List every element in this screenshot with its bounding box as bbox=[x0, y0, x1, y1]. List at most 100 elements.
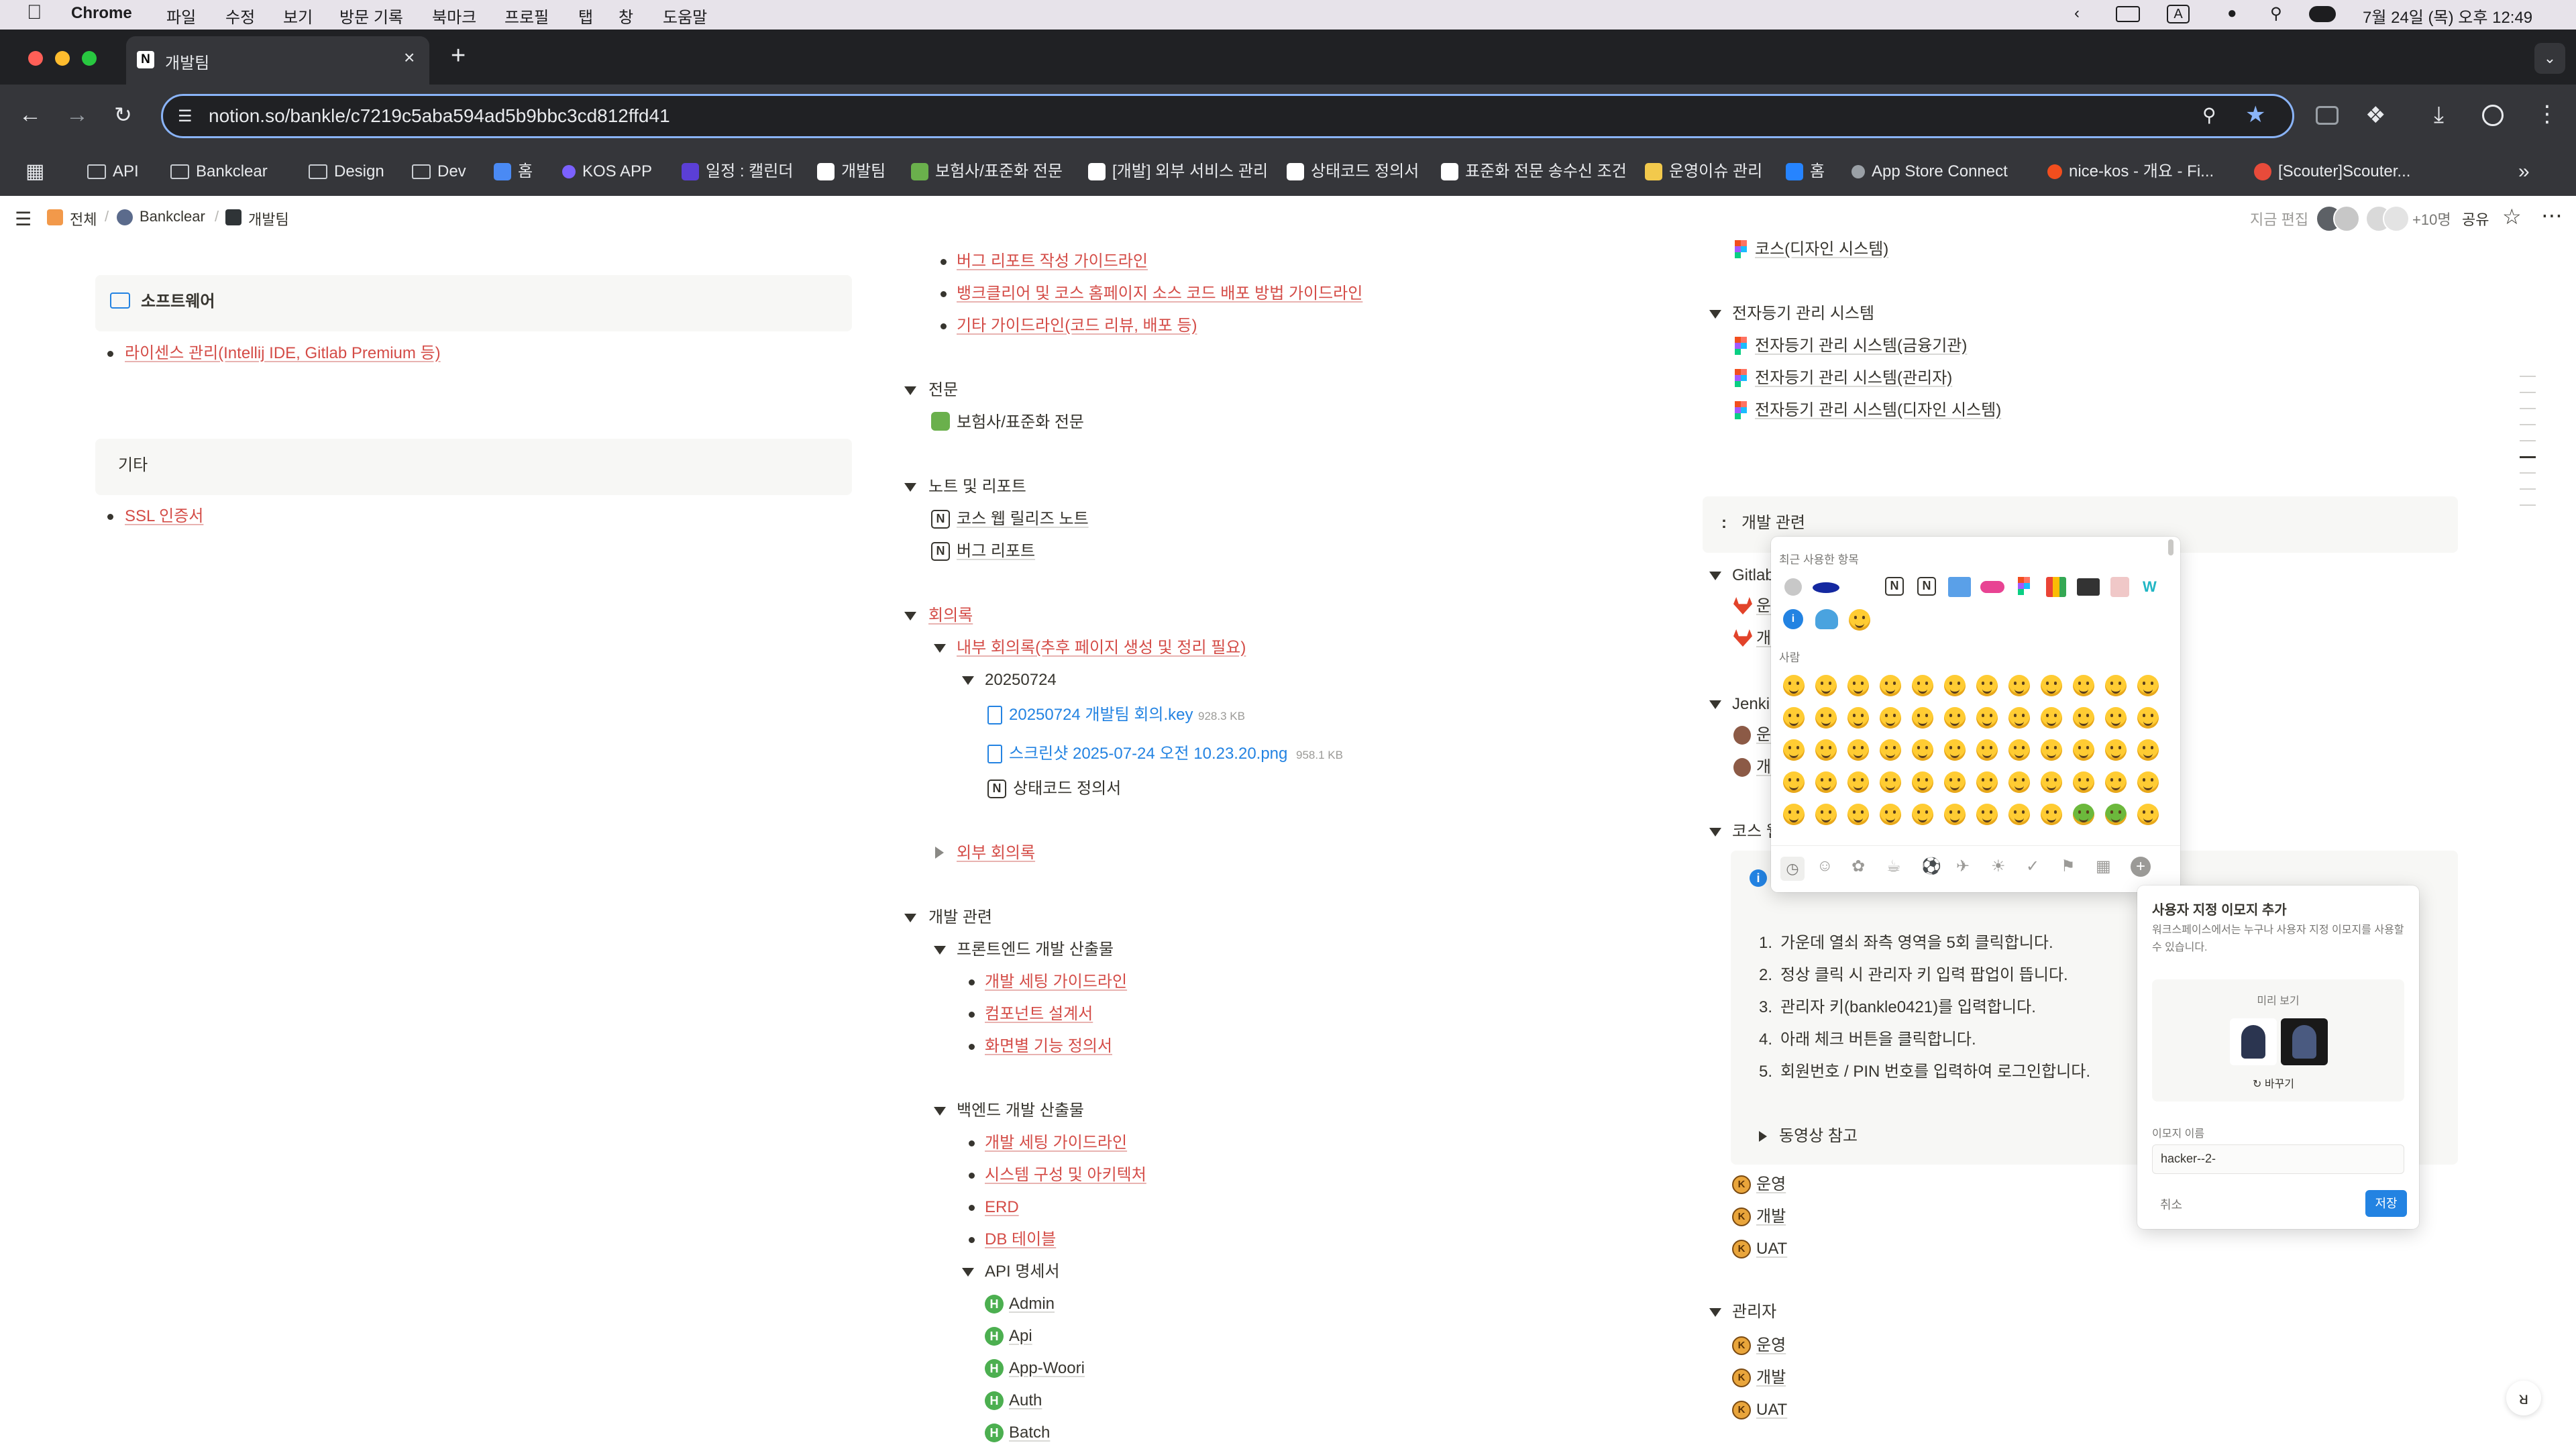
cancel-button[interactable]: 취소 bbox=[2160, 1195, 2182, 1213]
bookmark-status-code[interactable]: 상태코드 정의서 bbox=[1287, 158, 1419, 185]
bookmark-home[interactable]: 홈 bbox=[494, 158, 533, 185]
emoji-face[interactable] bbox=[1976, 771, 1998, 793]
help-icon[interactable]: ᴚ bbox=[2506, 1381, 2541, 1415]
address-bar[interactable]: ☰ notion.so/bankle/c7219c5aba594ad5b9bbc… bbox=[161, 94, 2294, 138]
toc-mark[interactable] bbox=[2520, 424, 2536, 425]
emoji-face[interactable] bbox=[2041, 804, 2062, 825]
emoji-face[interactable] bbox=[1815, 771, 1837, 793]
replace-button[interactable]: ↻ 바꾸기 bbox=[2253, 1075, 2294, 1091]
emoji-face[interactable] bbox=[1976, 707, 1998, 729]
site-info-icon[interactable]: ☰ bbox=[178, 107, 193, 126]
emoji-face[interactable] bbox=[2073, 804, 2094, 825]
emoji-face[interactable] bbox=[1880, 739, 1901, 761]
emoji-face[interactable] bbox=[2137, 804, 2159, 825]
toc-mark[interactable] bbox=[2520, 488, 2536, 490]
search-icon[interactable]: ⚲ bbox=[2270, 4, 2282, 23]
toggle-triangle-icon[interactable] bbox=[904, 386, 916, 395]
emoji-face[interactable] bbox=[1976, 739, 1998, 761]
lg-icon[interactable] bbox=[1980, 581, 2004, 593]
apple-icon[interactable] bbox=[1784, 578, 1802, 596]
file-link-key[interactable]: 20250724 개발팀 회의.key bbox=[1009, 704, 1193, 726]
emoji-face[interactable] bbox=[1880, 707, 1901, 729]
cloud-icon[interactable] bbox=[1815, 609, 1838, 629]
menu-file[interactable]: 파일 bbox=[166, 4, 196, 28]
bookmark-dev-team[interactable]: 개발팀 bbox=[817, 158, 885, 185]
notion-icon[interactable]: N bbox=[1885, 577, 1904, 596]
toc-mark[interactable] bbox=[2520, 440, 2536, 441]
activity-category-icon[interactable]: ⚽ bbox=[1921, 857, 1941, 876]
bookmark-nice-kos[interactable]: nice-kos - 개요 - Fi... bbox=[2047, 158, 2214, 185]
control-center-icon[interactable] bbox=[2309, 6, 2336, 22]
toc-mark[interactable] bbox=[2520, 472, 2536, 474]
emoji-name-value[interactable]: hacker--2- bbox=[2161, 1152, 2216, 1166]
emoji-face[interactable] bbox=[2105, 739, 2127, 761]
emoji-face[interactable] bbox=[1944, 771, 1966, 793]
emoji-face[interactable] bbox=[2073, 739, 2094, 761]
active-tab[interactable]: N 개발팀 × bbox=[126, 36, 429, 85]
page-link-edoc-finance[interactable]: 전자등기 관리 시스템(금융기관) bbox=[1755, 335, 1967, 357]
page-link-gitlab-dev[interactable]: 개 bbox=[1756, 628, 1771, 649]
menu-profile[interactable]: 프로필 bbox=[504, 4, 549, 28]
guide-link-bug-report[interactable]: 버그 리포트 작성 가이드라인 bbox=[957, 251, 1148, 272]
toc-mark-active[interactable] bbox=[2520, 456, 2536, 458]
api-link-api[interactable]: Api bbox=[1009, 1326, 1032, 1347]
emoji-face[interactable] bbox=[1847, 707, 1869, 729]
page-link-jenkins-dev[interactable]: 개 bbox=[1756, 757, 1771, 778]
more-menu-icon[interactable]: ⋮ bbox=[2536, 101, 2559, 127]
minimize-window-button[interactable] bbox=[55, 51, 70, 66]
ssl-link[interactable]: SSL 인증서 bbox=[125, 506, 203, 527]
bookmark-star-icon[interactable]: ★ bbox=[2245, 101, 2265, 128]
grid-app-icon[interactable] bbox=[2046, 577, 2066, 597]
fe-link-setup[interactable]: 개발 세팅 가이드라인 bbox=[985, 971, 1127, 993]
presence-count[interactable]: +10명 bbox=[2412, 208, 2451, 229]
forward-icon[interactable]: → bbox=[66, 102, 89, 128]
api-link-auth[interactable]: Auth bbox=[1009, 1390, 1042, 1411]
bookmark-folder-api[interactable]: API bbox=[87, 158, 139, 185]
toc-mark[interactable] bbox=[2520, 392, 2536, 393]
sidebar-menu-icon[interactable]: ☰ bbox=[15, 208, 32, 230]
page-link-status-code[interactable]: 상태코드 정의서 bbox=[1013, 778, 1121, 800]
share-button[interactable]: 공유 bbox=[2462, 208, 2489, 229]
clock-datetime[interactable]: 7월 24일 (목) 오후 12:49 bbox=[2363, 4, 2532, 28]
emoji-face[interactable] bbox=[1815, 739, 1837, 761]
be-link-db-table[interactable]: DB 테이블 bbox=[985, 1229, 1056, 1250]
emoji-name-input[interactable]: hacker--2- bbox=[2152, 1144, 2404, 1174]
toggle-notes[interactable]: 노트 및 리포트 bbox=[928, 476, 1026, 498]
emoji-face[interactable] bbox=[2105, 675, 2127, 696]
emoji-face[interactable] bbox=[1976, 804, 1998, 825]
bookmark-folder-bankclear[interactable]: Bankclear bbox=[170, 158, 268, 185]
emoji-face[interactable] bbox=[2137, 771, 2159, 793]
keyboard-icon[interactable] bbox=[2116, 6, 2140, 22]
url-text[interactable]: notion.so/bankle/c7219c5aba594ad5b9bbc3c… bbox=[209, 105, 670, 127]
page-link-edoc-admin[interactable]: 전자등기 관리 시스템(관리자) bbox=[1755, 368, 1952, 389]
toggle-triangle-icon[interactable] bbox=[1709, 828, 1721, 837]
wifi-icon[interactable]: ● bbox=[2227, 4, 2237, 23]
toggle-triangle-icon[interactable] bbox=[935, 847, 944, 859]
back-icon[interactable]: ← bbox=[19, 102, 42, 128]
toggle-triangle-icon[interactable] bbox=[962, 1268, 974, 1277]
bookmark-external-service[interactable]: [개발] 외부 서비스 관리 bbox=[1088, 158, 1268, 185]
guide-link-deploy[interactable]: 뱅크클리어 및 코스 홈페이지 소스 코드 배포 방법 가이드라인 bbox=[957, 283, 1362, 305]
emoji-face[interactable] bbox=[1847, 675, 1869, 696]
emoji-face[interactable] bbox=[1783, 707, 1805, 729]
emoji-face[interactable] bbox=[2008, 771, 2030, 793]
toggle-frontend[interactable]: 프론트엔드 개발 산출물 bbox=[957, 939, 1114, 961]
new-tab-button[interactable]: + bbox=[451, 42, 466, 70]
menu-bookmarks[interactable]: 북마크 bbox=[432, 4, 476, 28]
profile-icon[interactable] bbox=[2482, 105, 2504, 126]
figma-icon[interactable] bbox=[2018, 577, 2030, 596]
api-link-admin[interactable]: Admin bbox=[1009, 1293, 1055, 1315]
emoji-face[interactable] bbox=[2137, 675, 2159, 696]
api-link-batch[interactable]: Batch bbox=[1009, 1422, 1050, 1444]
emoji-face[interactable] bbox=[2041, 707, 2062, 729]
emoji-face[interactable] bbox=[1880, 675, 1901, 696]
fe-link-screen-spec[interactable]: 화면별 기능 정의서 bbox=[985, 1036, 1112, 1057]
apps-grid-icon[interactable]: ▦ bbox=[25, 158, 44, 185]
objects-category-icon[interactable]: ☀ bbox=[1991, 857, 2006, 876]
app-name[interactable]: Chrome bbox=[71, 4, 132, 23]
emoji-face[interactable] bbox=[1815, 707, 1837, 729]
breadcrumb-all[interactable]: 전체 bbox=[70, 208, 97, 229]
emoji-face[interactable] bbox=[1847, 739, 1869, 761]
smiley-category-icon[interactable]: ☺ bbox=[1817, 857, 1833, 875]
menu-edit[interactable]: 수정 bbox=[225, 4, 255, 28]
